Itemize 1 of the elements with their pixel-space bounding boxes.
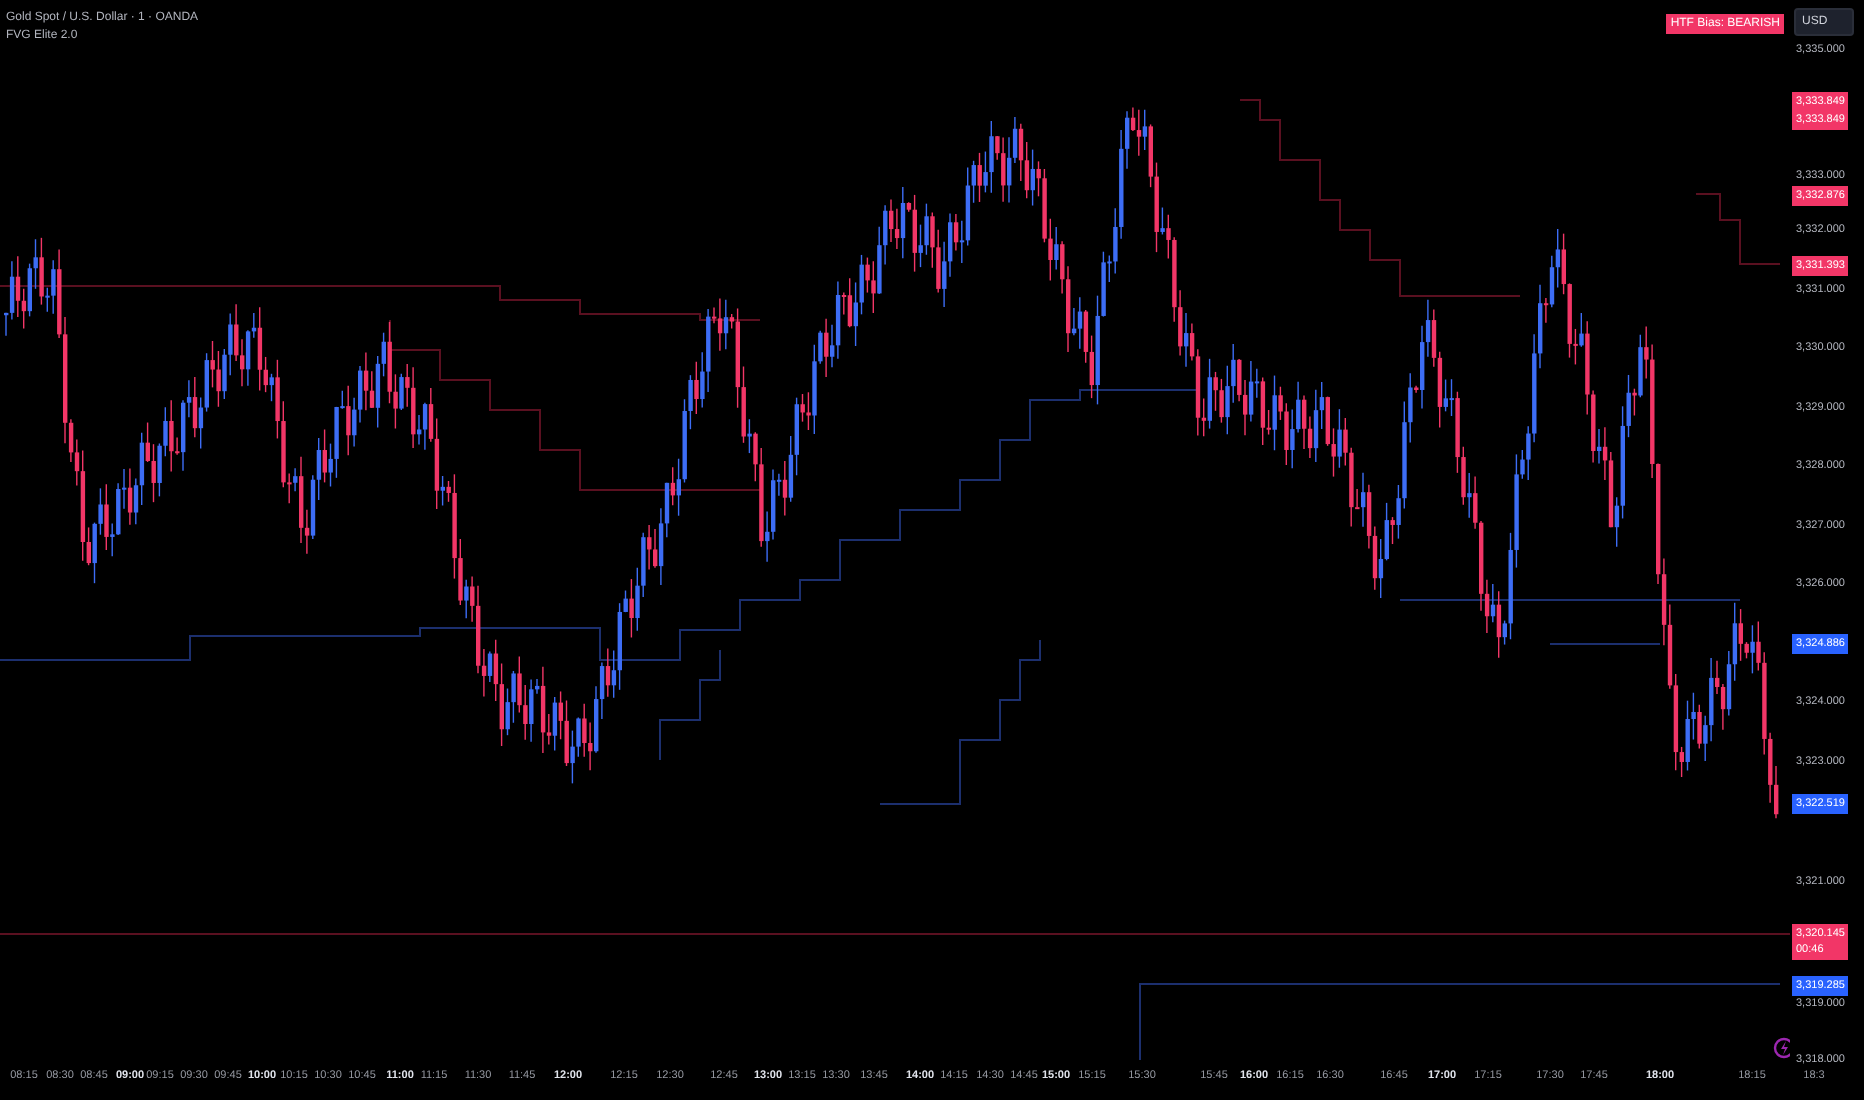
logo-icon xyxy=(1773,1037,1790,1059)
